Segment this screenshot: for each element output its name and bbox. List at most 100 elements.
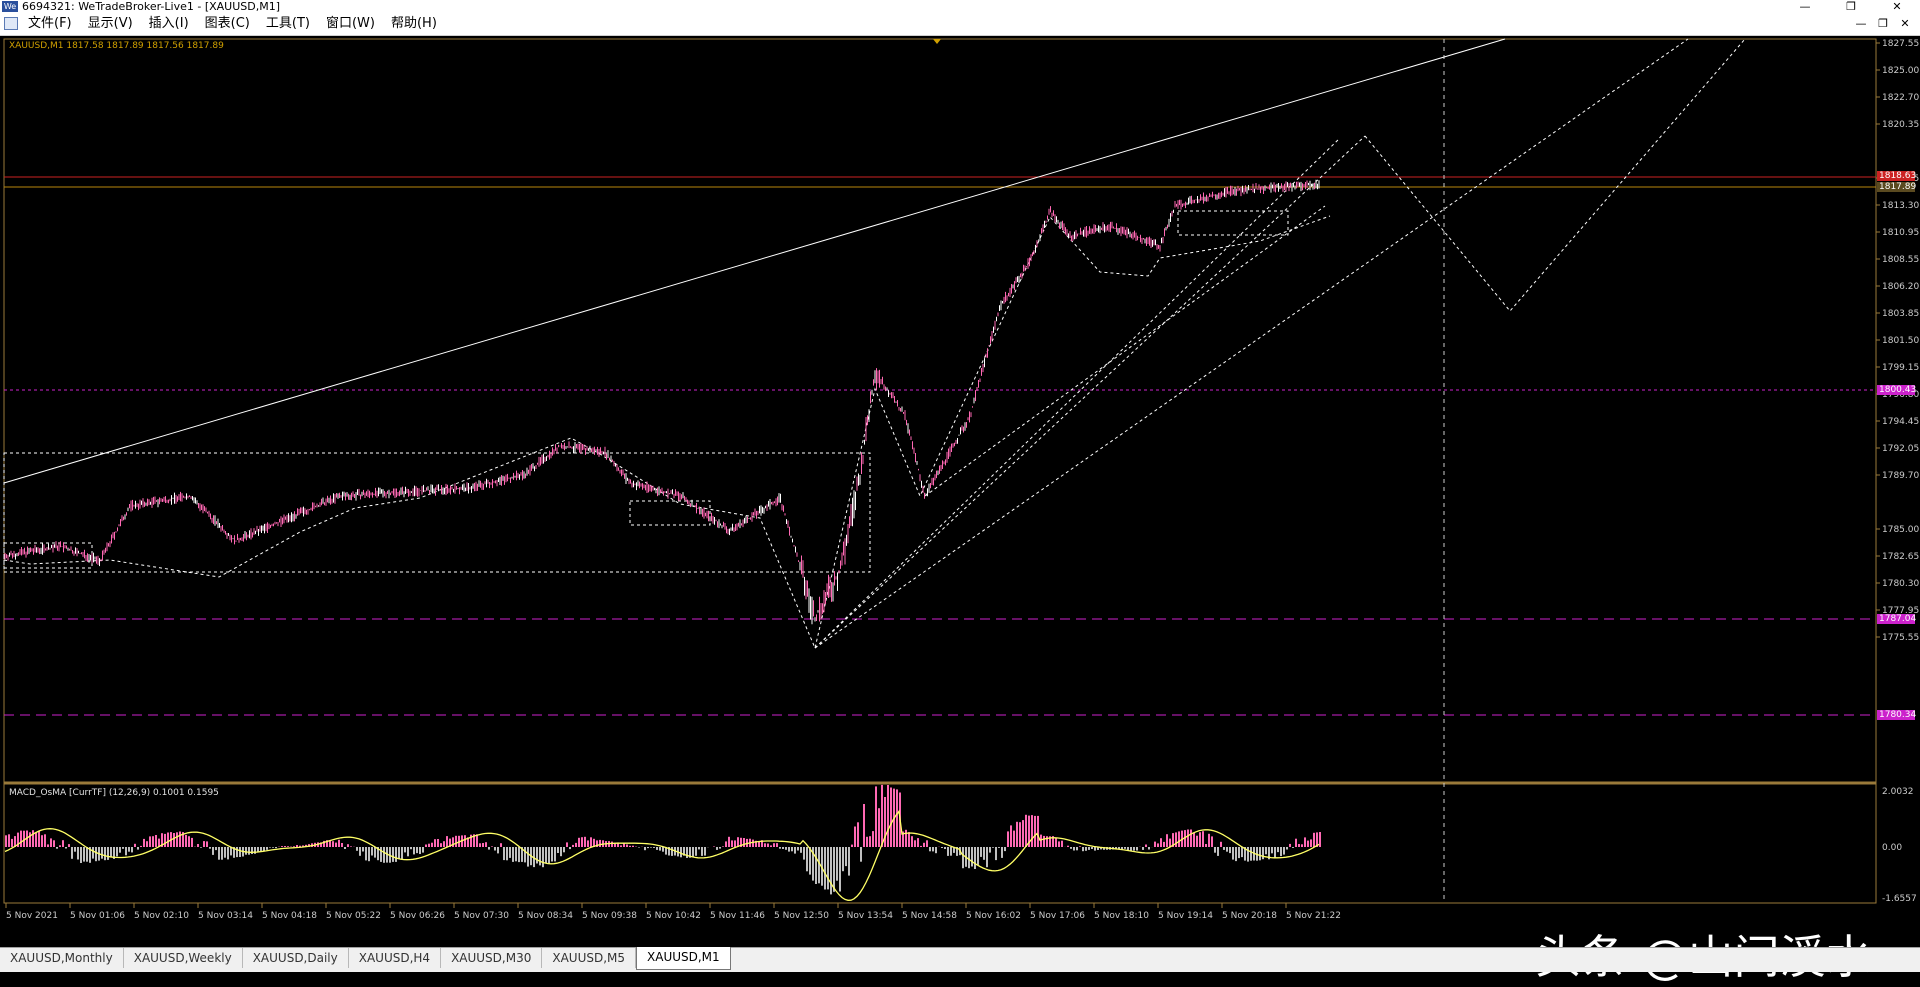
tab-m5[interactable]: XAUUSD,M5 [542, 948, 636, 968]
tab-h4[interactable]: XAUUSD,H4 [349, 948, 441, 968]
menu-insert[interactable]: 插入(I) [149, 13, 189, 35]
menu-charts[interactable]: 图表(C) [205, 13, 250, 35]
macd-bar [1211, 836, 1213, 847]
macd-bar [1232, 847, 1234, 860]
macd-bar [1238, 847, 1240, 858]
macd-bar [374, 847, 376, 858]
macd-bar [950, 847, 952, 856]
macd-bar [725, 841, 727, 847]
macd-bar [74, 847, 76, 852]
macd-bar [92, 847, 94, 859]
macd-bar [329, 841, 331, 847]
macd-bar [1169, 839, 1171, 847]
macd-bar [1079, 846, 1081, 847]
mdi-close-icon[interactable]: ✕ [1894, 13, 1916, 35]
time-tick-label: 5 Nov 09:38 [582, 911, 637, 921]
macd-bar [731, 840, 733, 847]
macd-bar [446, 836, 448, 847]
menu-view[interactable]: 显示(V) [88, 13, 133, 35]
macd-bar [197, 844, 199, 847]
macd-bar [785, 847, 787, 850]
macd-bar [47, 844, 49, 847]
time-tick-label: 5 Nov 07:30 [454, 911, 509, 921]
macd-bar [857, 822, 859, 847]
macd-bar [524, 847, 526, 862]
macd-bar [590, 837, 592, 847]
macd-bar [110, 847, 112, 857]
macd-bar [719, 847, 721, 849]
macd-bar [527, 847, 529, 867]
consolidation-box-2 [4, 453, 870, 572]
tab-weekly[interactable]: XAUUSD,Weekly [124, 948, 243, 968]
menu-window[interactable]: 窗口(W) [326, 13, 375, 35]
macd-bar [203, 841, 205, 847]
macd-bar [752, 840, 754, 847]
macd-bar [1226, 847, 1228, 852]
macd-bar [266, 847, 268, 850]
macd-bar [1040, 835, 1042, 847]
time-tick-label: 5 Nov 03:14 [198, 911, 253, 921]
macd-bar [245, 847, 247, 855]
mdi-minimize-icon[interactable]: — [1850, 13, 1872, 35]
price-chart[interactable]: 1827.551825.001822.701820.351815.651813.… [0, 36, 1920, 947]
macd-bar [380, 847, 382, 862]
macd-bar [1091, 847, 1093, 849]
macd-bar [212, 847, 214, 855]
macd-bar [875, 786, 877, 847]
candle-series [5, 180, 1319, 625]
mdi-restore-icon[interactable]: ❐ [1872, 13, 1894, 35]
macd-bar [1061, 841, 1063, 847]
macd-bar [1295, 839, 1297, 847]
tab-m1[interactable]: XAUUSD,M1 [636, 947, 731, 970]
macd-bar [206, 841, 208, 847]
trendline-mid-2 [815, 138, 1340, 648]
macd-bar [845, 847, 847, 866]
macd-bar [1202, 831, 1204, 847]
macd-bar [1130, 847, 1132, 851]
macd-bar [1073, 847, 1075, 851]
macd-bar [95, 847, 97, 861]
menu-help[interactable]: 帮助(H) [391, 13, 437, 35]
macd-bar [1094, 847, 1096, 851]
macd-bar [128, 847, 130, 852]
close-icon[interactable]: ✕ [1874, 0, 1920, 13]
macd-bar [422, 847, 424, 853]
macd-bar [650, 847, 652, 848]
tab-daily[interactable]: XAUUSD,Daily [243, 948, 349, 968]
macd-bar [1298, 844, 1300, 847]
price-tick-label: 1810.95 [1882, 228, 1919, 238]
minimize-icon[interactable]: — [1782, 0, 1828, 13]
tab-monthly[interactable]: XAUUSD,Monthly [0, 948, 124, 968]
chart-window[interactable]: 1827.551825.001822.701820.351815.651813.… [0, 36, 1920, 947]
price-tick-label: 1801.50 [1882, 336, 1919, 346]
macd-bar [125, 847, 127, 855]
macd-bar [659, 847, 661, 851]
macd-bar [713, 847, 715, 848]
macd-bar [539, 847, 541, 865]
menu-bar: 文件(F) 显示(V) 插入(I) 图表(C) 工具(T) 窗口(W) 帮助(H… [0, 13, 1920, 36]
macd-bar [248, 847, 250, 855]
restore-icon[interactable]: ❐ [1828, 0, 1874, 13]
macd-bar [836, 847, 838, 881]
macd-bar [1013, 831, 1015, 847]
document-icon[interactable] [4, 17, 18, 30]
tab-m30[interactable]: XAUUSD,M30 [441, 948, 542, 968]
macd-bar [20, 831, 22, 847]
macd-bar [554, 847, 556, 861]
macd-bar [1133, 847, 1135, 851]
macd-bar [1154, 842, 1156, 847]
macd-bar [443, 841, 445, 847]
macd-bar [29, 832, 31, 847]
menu-file[interactable]: 文件(F) [28, 13, 72, 35]
price-tick-label: 1813.30 [1882, 201, 1919, 211]
macd-bar [11, 839, 13, 847]
macd-bar [1067, 846, 1069, 847]
macd-bar [695, 847, 697, 856]
macd-bar [383, 847, 385, 863]
macd-bar [911, 836, 913, 847]
macd-bar [1019, 822, 1021, 847]
macd-bar [1058, 841, 1060, 847]
menu-tools[interactable]: 工具(T) [266, 13, 310, 35]
macd-bar [1304, 837, 1306, 847]
macd-bar [518, 847, 520, 862]
